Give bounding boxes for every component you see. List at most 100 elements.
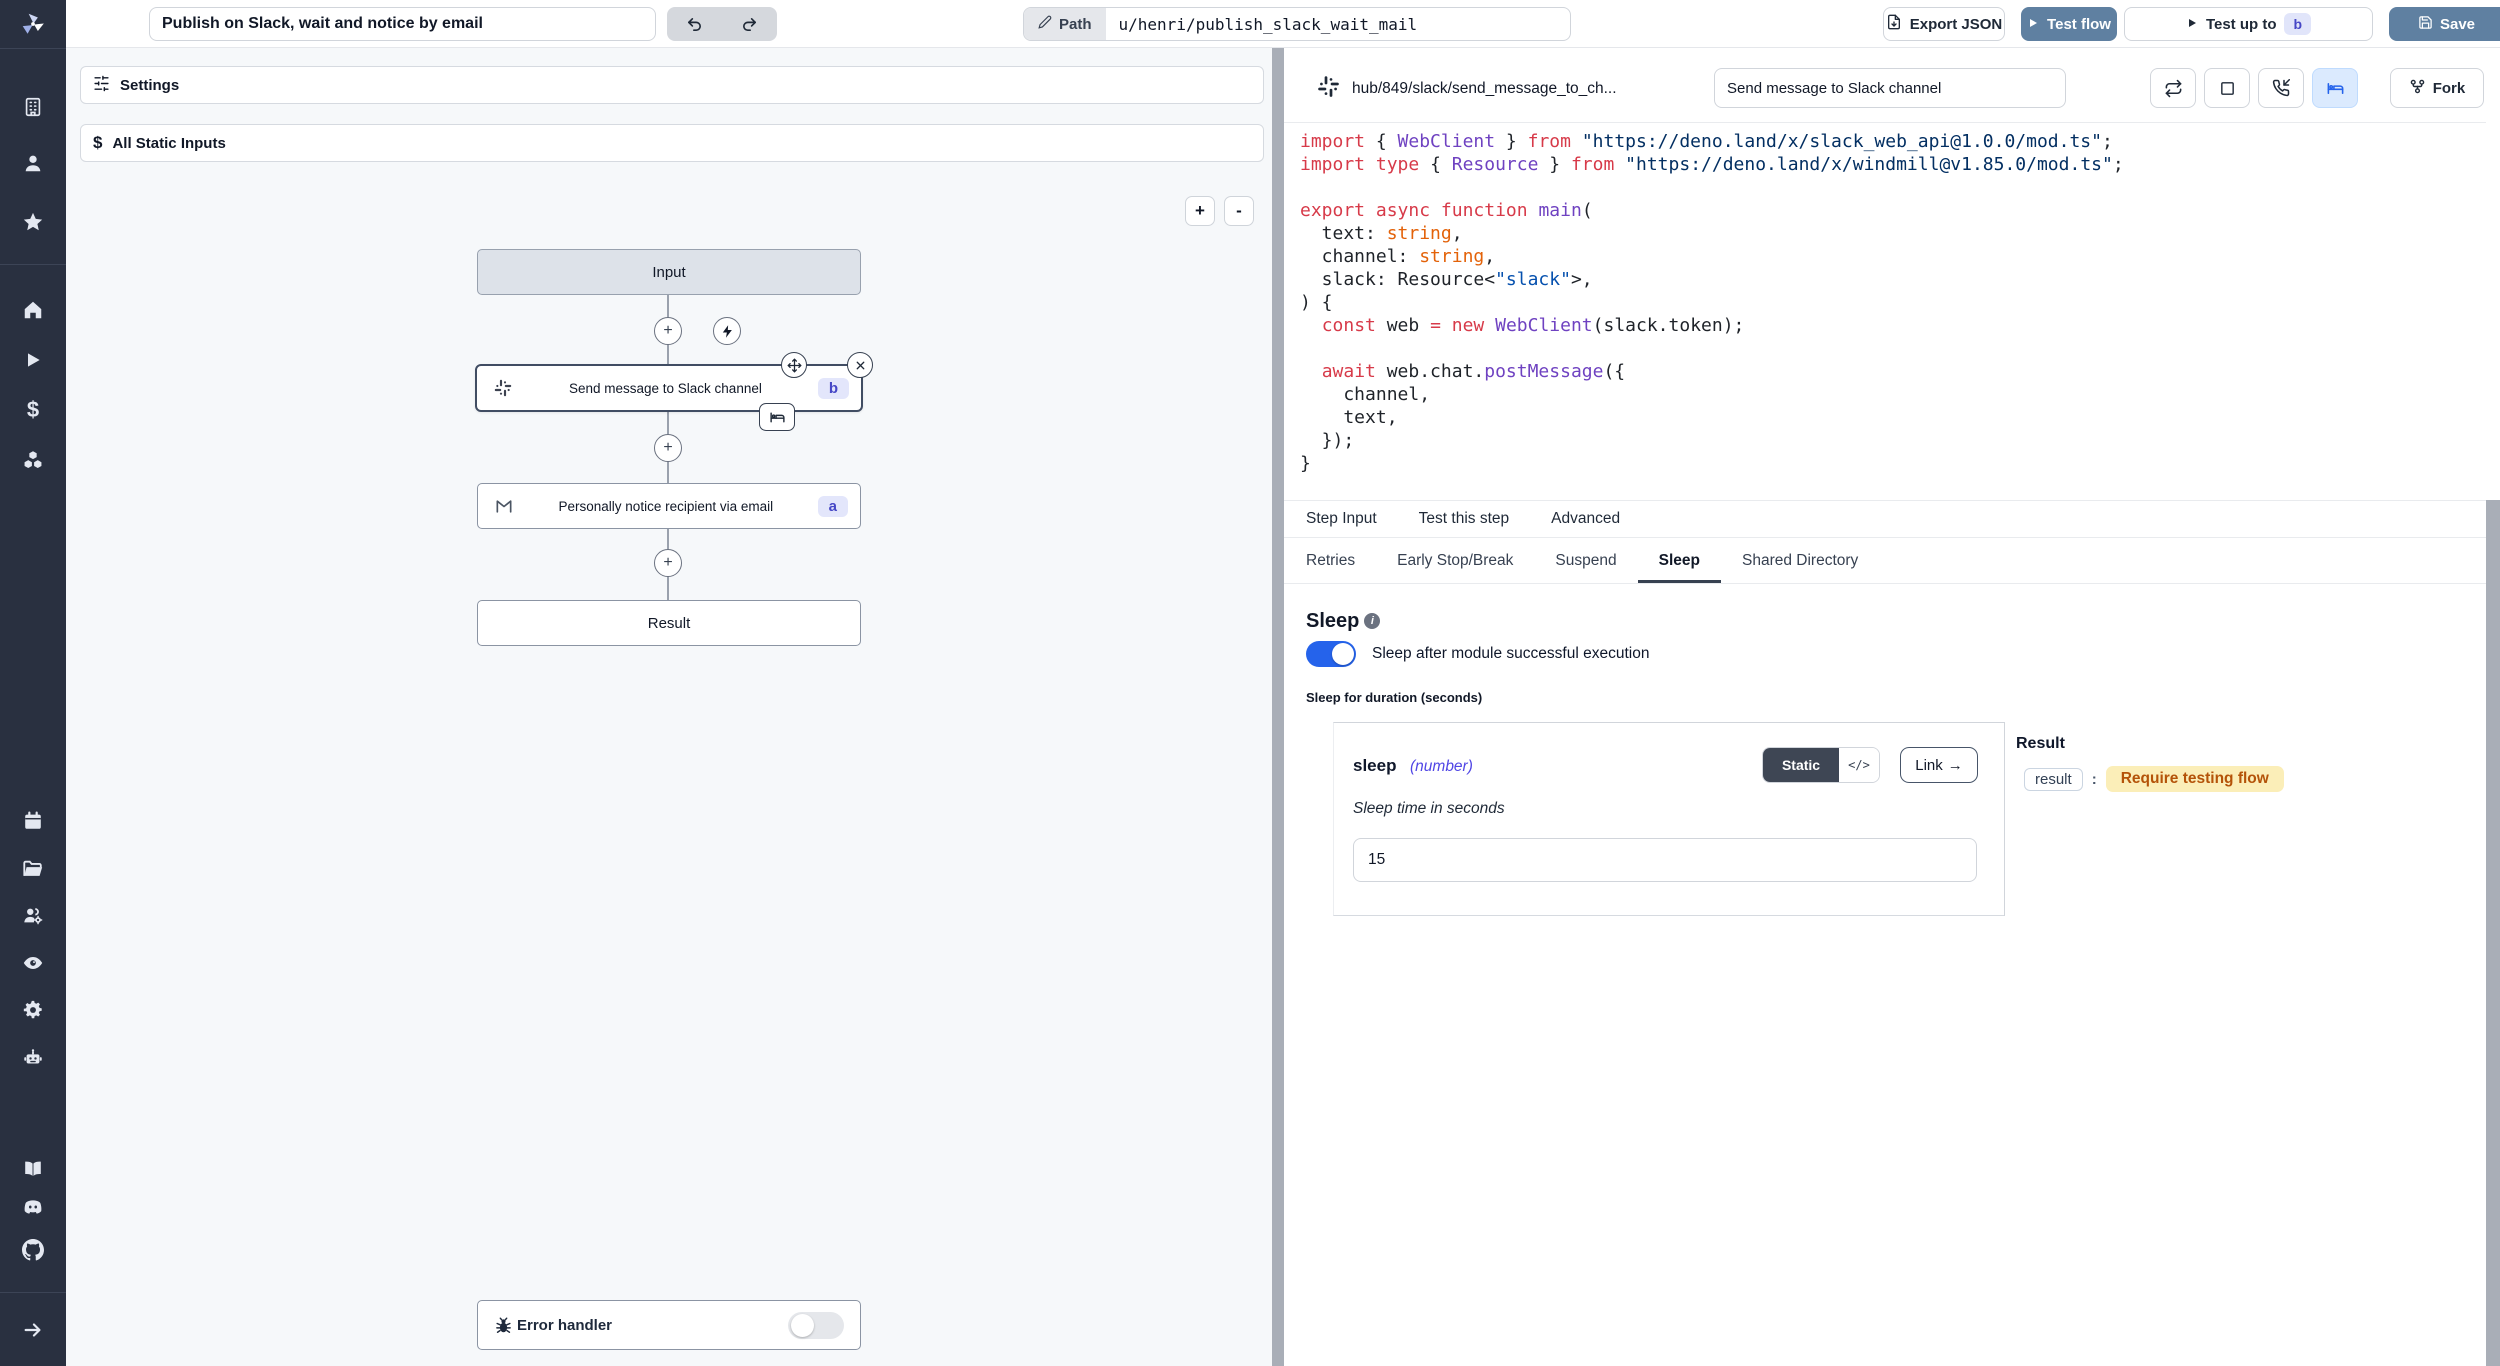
email-step-label: Personally notice recipient via email xyxy=(514,499,818,514)
path-label: Path xyxy=(1059,16,1092,33)
add-step-button[interactable]: + xyxy=(654,549,682,577)
expand-sidebar-arrow-icon[interactable] xyxy=(0,1310,66,1350)
save-button[interactable]: Save xyxy=(2389,7,2500,41)
test-flow-button[interactable]: Test flow xyxy=(2021,7,2117,41)
docs-book-icon[interactable] xyxy=(0,1149,66,1189)
discord-icon[interactable] xyxy=(0,1187,66,1227)
tab-shared-directory[interactable]: Shared Directory xyxy=(1742,538,1858,583)
move-step-button[interactable] xyxy=(781,352,807,378)
variables-dollar-icon[interactable]: $ xyxy=(0,390,66,430)
undo-redo-group xyxy=(667,7,777,41)
tab-early-stop-break[interactable]: Early Stop/Break xyxy=(1397,538,1513,583)
result-panel-heading: Result xyxy=(2016,735,2065,753)
git-fork-icon xyxy=(2409,78,2426,99)
tab-step-input[interactable]: Step Input xyxy=(1306,501,1377,537)
pencil-icon xyxy=(1038,15,1052,33)
result-status-badge: Require testing flow xyxy=(2106,766,2284,792)
tab-sleep[interactable]: Sleep xyxy=(1659,538,1700,583)
tab-suspend[interactable]: Suspend xyxy=(1555,538,1616,583)
workspace-icon[interactable] xyxy=(0,87,66,127)
input-mode-segmented: Static </> xyxy=(1762,747,1880,783)
code-editor[interactable]: import { WebClient } from "https://deno.… xyxy=(1300,130,2480,475)
retries-repeat-icon-button[interactable] xyxy=(2150,68,2196,108)
error-handler-toggle[interactable] xyxy=(788,1312,844,1339)
slack-step-id-badge: b xyxy=(818,378,849,399)
panel-resize-handle[interactable] xyxy=(1272,48,1284,1366)
add-step-button[interactable]: + xyxy=(654,317,682,345)
trigger-bolt-button[interactable] xyxy=(713,317,741,345)
step-badge: b xyxy=(2284,13,2311,35)
delete-step-button[interactable] xyxy=(847,352,873,378)
play-icon xyxy=(2186,16,2198,33)
user-icon[interactable] xyxy=(0,143,66,183)
tab-test-this-step[interactable]: Test this step xyxy=(1419,501,1509,537)
fork-label: Fork xyxy=(2433,80,2466,97)
path-edit-button[interactable]: Path xyxy=(1024,8,1106,40)
test-up-to-button[interactable]: Test up to b xyxy=(2124,7,2373,41)
audit-eye-icon[interactable] xyxy=(0,943,66,983)
schedules-calendar-icon[interactable] xyxy=(0,801,66,841)
sleep-section-heading: Sleep i xyxy=(1306,610,1380,633)
export-json-label: Export JSON xyxy=(1910,16,2003,33)
link-label: Link xyxy=(1915,757,1943,774)
sleep-seconds-input[interactable] xyxy=(1353,838,1977,882)
favorites-star-icon[interactable] xyxy=(0,202,66,242)
slack-icon xyxy=(493,378,513,398)
github-icon[interactable] xyxy=(0,1230,66,1270)
fork-button[interactable]: Fork xyxy=(2390,68,2484,108)
gmail-icon xyxy=(494,496,514,516)
save-floppy-icon xyxy=(2418,15,2433,34)
email-step-id-badge: a xyxy=(818,496,848,517)
windmill-flow-editor: $ xyxy=(0,0,2500,1366)
workers-robot-icon[interactable] xyxy=(0,1038,66,1078)
info-icon[interactable]: i xyxy=(1364,613,1380,629)
suspend-phone-incoming-icon-button[interactable] xyxy=(2258,68,2304,108)
home-icon[interactable] xyxy=(0,290,66,330)
sleep-indicator-bed-icon[interactable] xyxy=(759,403,795,431)
header-divider xyxy=(1284,122,2486,123)
undo-button[interactable] xyxy=(667,7,722,41)
step-name-input[interactable] xyxy=(1714,68,2066,108)
static-mode-button[interactable]: Static xyxy=(1763,748,1839,782)
groups-users-gear-icon[interactable] xyxy=(0,895,66,935)
export-json-button[interactable]: Export JSON xyxy=(1883,7,2005,41)
error-handler-label: Error handler xyxy=(517,1317,612,1334)
redo-button[interactable] xyxy=(722,7,777,41)
vertical-scrollbar[interactable] xyxy=(2486,500,2500,1366)
resources-cubes-icon[interactable] xyxy=(0,440,66,480)
windmill-logo[interactable] xyxy=(0,4,66,44)
file-download-icon xyxy=(1886,14,1902,34)
settings-gear-icon[interactable] xyxy=(0,990,66,1030)
hub-script-path[interactable]: hub/849/slack/send_message_to_ch... xyxy=(1352,80,1617,98)
topbar: Path u/henri/publish_slack_wait_mail Exp… xyxy=(66,0,2500,48)
error-handler-node[interactable]: Error handler xyxy=(477,1300,861,1350)
arrow-right-icon: → xyxy=(1948,757,1963,774)
flow-settings-card[interactable]: Settings xyxy=(80,66,1264,104)
result-node[interactable]: Result xyxy=(477,600,861,646)
input-node[interactable]: Input xyxy=(477,249,861,295)
link-button[interactable]: Link → xyxy=(1900,747,1978,783)
add-step-button[interactable]: + xyxy=(654,434,682,462)
zoom-in-button[interactable]: + xyxy=(1185,196,1215,226)
path-value[interactable]: u/henri/publish_slack_wait_mail xyxy=(1106,8,1570,40)
card-divider xyxy=(2004,722,2005,916)
sidebar: $ xyxy=(0,0,66,1366)
all-static-inputs-card[interactable]: $ All Static Inputs xyxy=(80,124,1264,162)
sleep-enabled-toggle[interactable] xyxy=(1306,641,1356,667)
folders-icon[interactable] xyxy=(0,849,66,889)
tab-advanced[interactable]: Advanced xyxy=(1551,501,1620,537)
flow-title-input[interactable] xyxy=(149,7,656,41)
result-key-chip: result xyxy=(2024,768,2083,791)
sleep-field-type: (number) xyxy=(1410,758,1473,776)
result-colon: : xyxy=(2092,771,2097,788)
code-mode-button[interactable]: </> xyxy=(1839,748,1879,782)
runs-play-icon[interactable] xyxy=(0,340,66,380)
early-stop-square-icon-button[interactable] xyxy=(2204,68,2250,108)
zoom-out-button[interactable]: - xyxy=(1224,196,1254,226)
tab-retries[interactable]: Retries xyxy=(1306,538,1355,583)
email-step-node[interactable]: Personally notice recipient via email a xyxy=(477,483,861,529)
sleep-bed-icon-button[interactable] xyxy=(2312,68,2358,108)
result-node-label: Result xyxy=(648,615,691,632)
test-up-to-label: Test up to xyxy=(2206,16,2277,33)
sidebar-divider xyxy=(0,1292,66,1293)
